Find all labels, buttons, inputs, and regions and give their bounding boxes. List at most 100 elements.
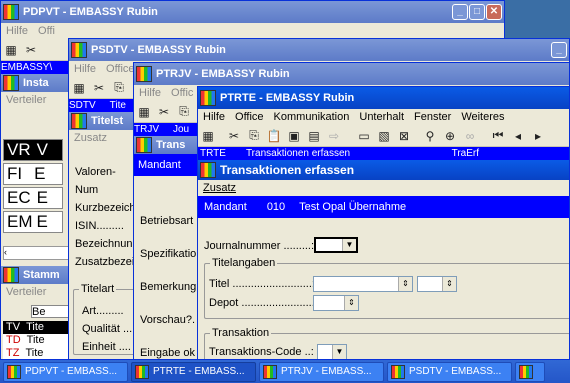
app-icon (263, 364, 277, 379)
chevron-down-icon[interactable]: ▼ (342, 239, 356, 251)
list-item[interactable]: TV Tite (3, 321, 71, 334)
grid-icon[interactable]: ▦ (1, 43, 21, 57)
stamm-field[interactable]: Be (31, 305, 71, 318)
status-strip: SDTV Tite (69, 99, 137, 112)
menu-hilfe[interactable]: Hilfe (69, 63, 101, 75)
taskbar-item-ptrte[interactable]: PTRTE - EMBASS... (131, 361, 256, 382)
label-titel: Titel ..........................: (209, 278, 315, 290)
sub-title: Titelst (91, 115, 124, 127)
strip-left: SDTV (69, 100, 96, 111)
menu-office[interactable]: Offic (166, 87, 198, 99)
code-suffix: Tite (26, 334, 45, 346)
taskbar-item-ptrjv[interactable]: PTRJV - EMBASS... (259, 361, 384, 382)
menu-verteiler[interactable]: Verteiler (1, 94, 51, 106)
label-qualitaet: Qualität ... (82, 323, 133, 335)
app-icon (136, 66, 152, 82)
next-record-icon[interactable]: ▸ (528, 129, 548, 143)
stamm-list: TV Tite TD Tite TZ Tite (3, 321, 71, 359)
title-bar-pdpvt[interactable]: PDPVT - EMBASSY Rubin _ □ ✕ (1, 1, 504, 23)
export-icon[interactable]: ⇨ (324, 129, 344, 143)
grid-icon[interactable]: ▦ (134, 105, 154, 119)
group-title: Titelart (79, 283, 117, 295)
prev-record-icon[interactable]: ◂ (508, 129, 528, 143)
list-item[interactable]: TZ Tite (3, 347, 71, 359)
grid-icon[interactable]: ▦ (198, 129, 218, 143)
taskbar-item-pdpvt[interactable]: PDPVT - EMBASS... (3, 361, 128, 382)
title-bar-psdtv[interactable]: PSDTV - EMBASSY Rubin _ (69, 39, 569, 61)
delete-icon[interactable]: ⊠ (394, 129, 414, 143)
sub-title: Insta (23, 77, 49, 89)
code: FI (7, 164, 23, 183)
mandant-nr: 010 (266, 201, 286, 213)
spinner-icon[interactable]: ⇕ (442, 277, 456, 291)
search-icon[interactable]: ⚲ (420, 129, 440, 143)
zusatz-menu: Zusatz (198, 180, 569, 196)
copy-icon[interactable]: ⎘ (174, 104, 194, 119)
menu-kommunikation[interactable]: Kommunikation (269, 111, 355, 123)
calendar-icon[interactable]: ▤ (304, 129, 324, 143)
depot-input[interactable]: ⇕ (313, 295, 359, 311)
menu-hilfe[interactable]: Hilfe (1, 25, 33, 37)
new-record-icon[interactable]: ▭ (354, 129, 374, 143)
menu-verteiler[interactable]: Verteiler (1, 286, 51, 298)
list-item[interactable]: TD Tite (3, 334, 71, 347)
label-art: Art......... (82, 305, 124, 317)
taskbar-item-more[interactable] (515, 361, 545, 382)
spinner-icon[interactable]: ⇕ (398, 277, 412, 291)
copy-icon[interactable]: ⎘ (244, 128, 264, 143)
minimize-icon[interactable]: _ (551, 42, 567, 58)
menu-office[interactable]: Offi (33, 25, 60, 37)
maximize-icon[interactable]: □ (469, 4, 485, 20)
cut-icon[interactable]: ✂ (21, 43, 41, 57)
titel-input[interactable]: ⇕ (313, 276, 413, 292)
view-icon[interactable]: ▧ (374, 129, 394, 143)
code-suffix: E (34, 164, 46, 183)
menu-fenster[interactable]: Fenster (409, 111, 456, 123)
menu-zusatz[interactable]: Zusatz (198, 182, 241, 194)
first-record-icon[interactable]: ⏮ (488, 128, 508, 143)
strip-left: TRJV (134, 124, 159, 135)
spinner-icon[interactable]: ⇕ (344, 296, 358, 310)
chevron-down-icon[interactable]: ▼ (332, 345, 346, 359)
menu-unterhalt[interactable]: Unterhalt (354, 111, 409, 123)
minimize-icon[interactable]: _ (452, 4, 468, 20)
app-icon (3, 4, 19, 20)
scroll-left-icon[interactable]: ‹ (3, 246, 69, 260)
cut-icon[interactable]: ✂ (89, 81, 109, 95)
strip-right: Jou (173, 124, 190, 135)
label-depot: Depot ........................: (209, 297, 318, 309)
journal-select[interactable]: ▼ (314, 237, 358, 253)
paste-icon[interactable]: 📋 (264, 129, 284, 143)
list-item[interactable]: FI E (3, 163, 63, 185)
menu-weiteres[interactable]: Weiteres (456, 111, 509, 123)
menu-hilfe[interactable]: Hilfe (134, 87, 166, 99)
copy-icon[interactable]: ⎘ (109, 80, 129, 95)
titel-suffix-input[interactable]: ⇕ (417, 276, 457, 292)
zoom-icon[interactable]: ⊕ (440, 129, 460, 143)
menu-hilfe[interactable]: Hilfe (198, 111, 230, 123)
window-ptrte[interactable]: PTRTE - EMBASSY Rubin Hilfe Office Kommu… (197, 86, 570, 360)
mandant-strip: Mandant (134, 154, 200, 176)
list-item[interactable]: VR V (3, 139, 63, 161)
code-suffix: E (36, 188, 48, 207)
list-item[interactable]: EM E (3, 211, 63, 233)
cut-icon[interactable]: ✂ (154, 105, 174, 119)
code-list: VR V FI E EC E EM E (3, 139, 71, 259)
cut-icon[interactable]: ✂ (224, 129, 244, 143)
menu-zusatz[interactable]: Zusatz (69, 132, 112, 144)
list-item[interactable]: EC E (3, 187, 63, 209)
transaktions-code-select[interactable]: ▼ (317, 344, 347, 359)
title-bar-ptrte[interactable]: PTRTE - EMBASSY Rubin (198, 87, 569, 109)
label-isin: ISIN......... (75, 220, 124, 232)
window-title: PTRJV - EMBASSY Rubin (156, 68, 290, 80)
close-icon[interactable]: ✕ (486, 4, 502, 20)
app-icon (391, 364, 405, 379)
grid-icon[interactable]: ▦ (69, 81, 89, 95)
code: TZ (6, 347, 20, 359)
menu-office[interactable]: Office (230, 111, 269, 123)
save-icon[interactable]: ▣ (284, 129, 304, 143)
link-icon[interactable]: ∞ (460, 129, 480, 143)
title-bar-ptrjv[interactable]: PTRJV - EMBASSY Rubin (134, 63, 569, 85)
sub-title-bar: Titelst (69, 112, 137, 130)
taskbar-item-psdtv[interactable]: PSDTV - EMBASS... (387, 361, 512, 382)
